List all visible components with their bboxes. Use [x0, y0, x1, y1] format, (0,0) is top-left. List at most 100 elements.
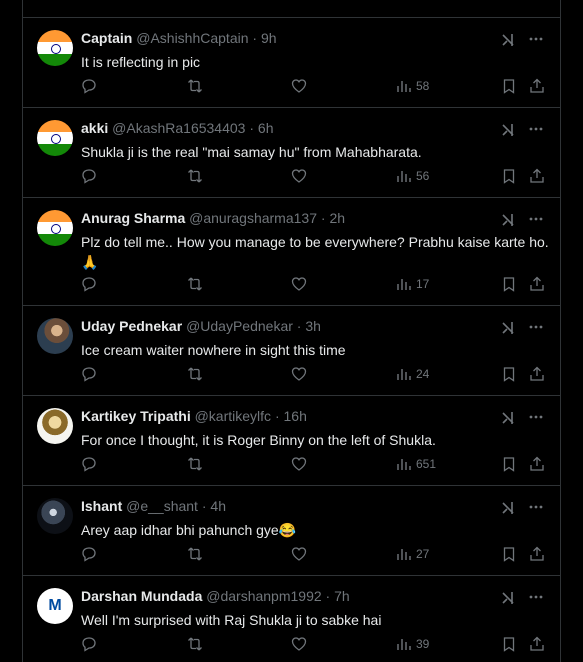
- tweet[interactable]: Ishant @e__shant · 4h Arey aap idhar bhi…: [23, 486, 560, 576]
- tweet[interactable]: M Darshan Mundada @darshanpm1992 · 7h We…: [23, 576, 560, 662]
- timestamp[interactable]: 3h: [305, 318, 321, 334]
- retweet-button[interactable]: [187, 456, 203, 472]
- grok-icon[interactable]: [500, 320, 516, 336]
- avatar[interactable]: [37, 30, 73, 66]
- reply-button[interactable]: [81, 546, 97, 562]
- tweet[interactable]: akki @AkashRa16534403 · 6h Shukla ji is …: [23, 108, 560, 198]
- avatar[interactable]: [37, 318, 73, 354]
- grok-icon[interactable]: [500, 212, 516, 228]
- tweet[interactable]: Captain @AshishhCaptain · 9h It is refle…: [23, 18, 560, 108]
- grok-icon[interactable]: [500, 122, 516, 138]
- more-icon[interactable]: [528, 319, 544, 335]
- reply-button[interactable]: [81, 636, 97, 652]
- views-icon: [397, 81, 411, 92]
- like-button[interactable]: [291, 168, 307, 184]
- like-button[interactable]: [291, 456, 307, 472]
- display-name[interactable]: Kartikey Tripathi: [81, 408, 191, 424]
- reply-button[interactable]: [81, 276, 97, 292]
- bookmark-button[interactable]: [501, 456, 517, 472]
- timestamp[interactable]: 16h: [284, 408, 307, 424]
- bookmark-button[interactable]: [501, 276, 517, 292]
- user-handle[interactable]: @darshanpm1992: [206, 588, 321, 604]
- share-button[interactable]: [529, 78, 545, 94]
- bookmark-button[interactable]: [501, 546, 517, 562]
- grok-icon[interactable]: [500, 32, 516, 48]
- like-button[interactable]: [291, 636, 307, 652]
- bookmark-button[interactable]: [501, 78, 517, 94]
- reply-button[interactable]: [81, 366, 97, 382]
- grok-icon[interactable]: [500, 590, 516, 606]
- separator: ·: [320, 210, 326, 226]
- view-count: 39: [416, 637, 430, 651]
- tweet-text: Ice cream waiter nowhere in sight this t…: [81, 342, 346, 358]
- action-bar: 651: [81, 456, 544, 476]
- tweet[interactable]: Anurag Sharma @anuragsharma137 · 2h Plz …: [23, 198, 560, 306]
- views-button[interactable]: 58: [396, 78, 429, 94]
- bookmark-button[interactable]: [501, 366, 517, 382]
- display-name[interactable]: akki: [81, 120, 108, 136]
- timestamp[interactable]: 4h: [210, 498, 226, 514]
- display-name[interactable]: Ishant: [81, 498, 122, 514]
- user-handle[interactable]: @anuragsharma137: [189, 210, 317, 226]
- retweet-button[interactable]: [187, 78, 203, 94]
- share-button[interactable]: [529, 546, 545, 562]
- grok-icon[interactable]: [500, 500, 516, 516]
- share-button[interactable]: [529, 168, 545, 184]
- more-icon[interactable]: [528, 121, 544, 137]
- display-name[interactable]: Uday Pednekar: [81, 318, 182, 334]
- tweet[interactable]: Uday Pednekar @UdayPednekar · 3h Ice cre…: [23, 306, 560, 396]
- bookmark-button[interactable]: [501, 636, 517, 652]
- user-handle[interactable]: @AshishhCaptain: [136, 30, 248, 46]
- like-button[interactable]: [291, 366, 307, 382]
- avatar[interactable]: [37, 210, 73, 246]
- bookmark-icon: [503, 547, 515, 562]
- timestamp[interactable]: 2h: [329, 210, 345, 226]
- more-icon[interactable]: [528, 499, 544, 515]
- views-button[interactable]: 651: [396, 456, 436, 472]
- share-button[interactable]: [529, 456, 545, 472]
- timestamp[interactable]: 9h: [261, 30, 277, 46]
- user-handle[interactable]: @kartikeylfc: [195, 408, 271, 424]
- reply-button[interactable]: [81, 456, 97, 472]
- separator: ·: [296, 318, 302, 334]
- views-button[interactable]: 39: [396, 636, 429, 652]
- avatar[interactable]: [37, 498, 73, 534]
- timestamp[interactable]: 7h: [334, 588, 350, 604]
- reply-button[interactable]: [81, 168, 97, 184]
- tweet-header: Darshan Mundada @darshanpm1992 · 7h: [81, 588, 350, 604]
- share-button[interactable]: [529, 366, 545, 382]
- user-handle[interactable]: @e__shant: [126, 498, 198, 514]
- display-name[interactable]: Anurag Sharma: [81, 210, 185, 226]
- retweet-button[interactable]: [187, 168, 203, 184]
- avatar[interactable]: [37, 408, 73, 444]
- views-button[interactable]: 27: [396, 546, 429, 562]
- like-button[interactable]: [291, 276, 307, 292]
- like-button[interactable]: [291, 546, 307, 562]
- share-button[interactable]: [529, 636, 545, 652]
- retweet-button[interactable]: [187, 276, 203, 292]
- views-button[interactable]: 17: [396, 276, 429, 292]
- views-button[interactable]: 56: [396, 168, 429, 184]
- like-button[interactable]: [291, 78, 307, 94]
- display-name[interactable]: Darshan Mundada: [81, 588, 202, 604]
- heart-icon: [291, 79, 307, 93]
- bookmark-button[interactable]: [501, 168, 517, 184]
- more-icon[interactable]: [528, 211, 544, 227]
- views-button[interactable]: 24: [396, 366, 429, 382]
- more-icon[interactable]: [528, 31, 544, 47]
- share-button[interactable]: [529, 276, 545, 292]
- retweet-button[interactable]: [187, 636, 203, 652]
- retweet-button[interactable]: [187, 366, 203, 382]
- avatar[interactable]: M: [37, 588, 73, 624]
- tweet[interactable]: Kartikey Tripathi @kartikeylfc · 16h For…: [23, 396, 560, 486]
- user-handle[interactable]: @AkashRa16534403: [112, 120, 245, 136]
- more-icon[interactable]: [528, 589, 544, 605]
- reply-button[interactable]: [81, 78, 97, 94]
- user-handle[interactable]: @UdayPednekar: [186, 318, 293, 334]
- display-name[interactable]: Captain: [81, 30, 132, 46]
- avatar[interactable]: [37, 120, 73, 156]
- more-icon[interactable]: [528, 409, 544, 425]
- retweet-button[interactable]: [187, 546, 203, 562]
- timestamp[interactable]: 6h: [258, 120, 274, 136]
- grok-icon[interactable]: [500, 410, 516, 426]
